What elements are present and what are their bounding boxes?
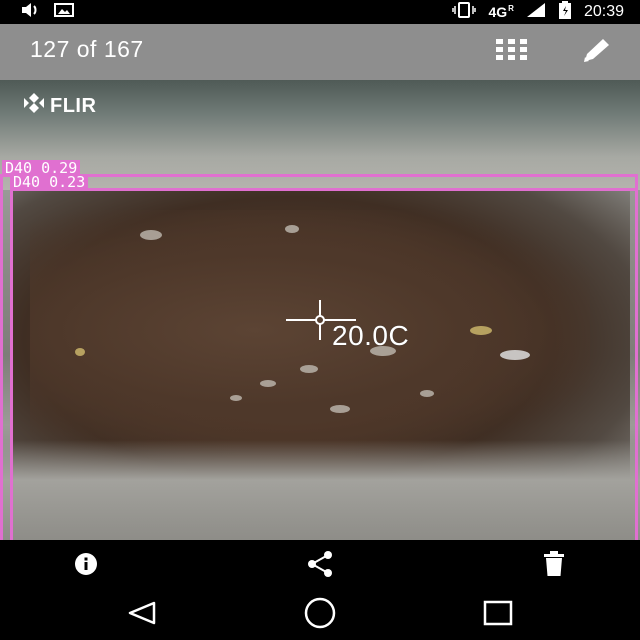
nav-back-button[interactable] [124,600,160,630]
network-type: 4GR [488,4,513,20]
flir-logo-text: FLIR [50,94,97,117]
flir-mark-icon [22,92,46,120]
battery-icon [558,1,572,23]
temperature-readout: 20.0C [332,320,410,351]
info-icon [74,552,98,581]
nav-recents-button[interactable] [480,600,516,630]
detection-label-2: D40 0.23 [10,174,89,190]
gallery-icon [54,2,74,23]
vibrate-icon [452,2,477,22]
info-button[interactable] [70,550,102,582]
network-label: 4G [488,4,508,20]
roaming-indicator: R [508,4,514,14]
signal-icon [526,2,546,22]
share-icon [306,550,334,583]
navigation-bar [0,590,640,640]
recents-icon [483,600,513,631]
status-right: 4GR 20:39 [452,1,624,23]
grid-view-button[interactable] [496,36,528,68]
status-left [20,2,74,23]
action-bar [0,540,640,590]
back-icon [126,601,158,630]
delete-button[interactable] [538,550,570,582]
edit-button[interactable] [580,36,612,68]
flir-logo: FLIR [22,92,96,120]
volume-icon [20,2,40,23]
app-bar: 127 of 167 [0,24,640,80]
home-icon [303,596,337,635]
nav-home-button[interactable] [302,597,338,630]
delete-icon [542,550,566,582]
thermal-photo[interactable]: FLIR D40 0.29 D40 0.23 20.0C [0,80,640,540]
edit-icon [581,37,611,68]
clock: 20:39 [583,3,624,20]
detection-box-2[interactable] [10,188,638,540]
share-button[interactable] [304,550,336,582]
grid-icon [496,38,528,66]
status-bar: 4GR 20:39 [0,0,640,24]
image-counter-title: 127 of 167 [30,36,144,62]
